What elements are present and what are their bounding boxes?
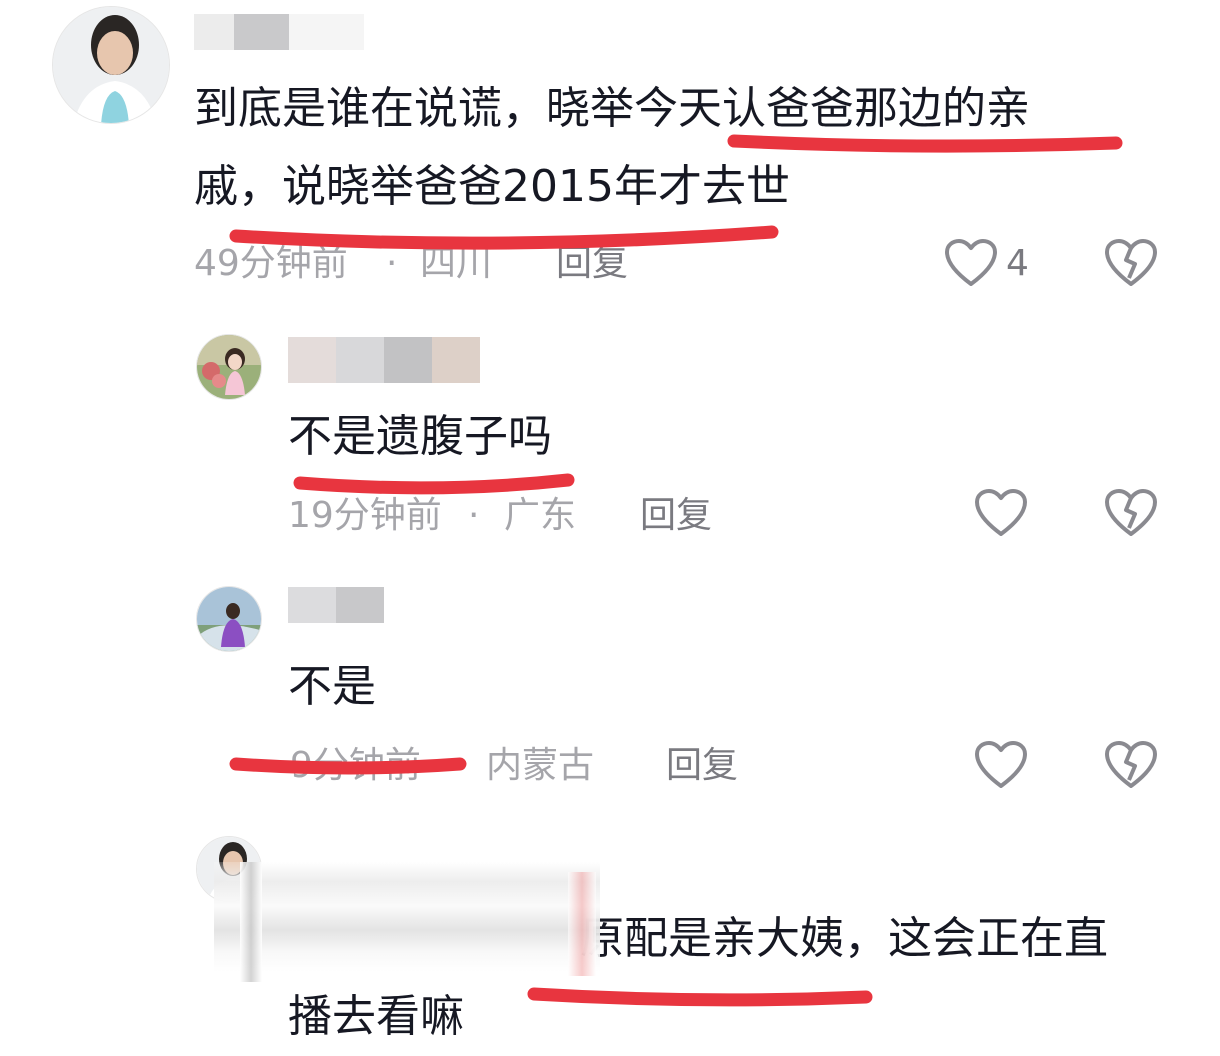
reply-button[interactable]: 回复 — [556, 244, 628, 284]
meta-separator: · — [450, 745, 462, 786]
red-underline — [527, 987, 873, 1007]
reply-button[interactable]: 回复 — [666, 746, 738, 786]
heart-outline-icon[interactable] — [974, 488, 1028, 538]
broken-heart-icon[interactable] — [1104, 740, 1158, 790]
heart-outline-icon[interactable] — [974, 740, 1028, 790]
avatar[interactable] — [196, 586, 262, 652]
comment-time: 9分钟前 — [290, 745, 421, 786]
redaction-blur — [568, 872, 596, 976]
redaction-blur — [240, 862, 262, 982]
comment-text-line: 不是 — [288, 661, 376, 712]
avatar[interactable] — [196, 334, 262, 400]
comment-location: 广东 — [504, 495, 577, 536]
broken-heart-icon[interactable] — [1104, 238, 1158, 288]
meta-separator: · — [468, 495, 480, 536]
meta-separator: · — [386, 243, 398, 284]
comment-location: 内蒙古 — [486, 745, 595, 786]
username-blurred[interactable] — [194, 14, 364, 50]
comment-time: 49分钟前 — [194, 243, 348, 284]
username-blurred[interactable] — [288, 587, 384, 623]
red-underline — [229, 225, 779, 250]
heart-outline-icon[interactable] — [944, 238, 998, 288]
comment-time: 19分钟前 — [288, 495, 442, 536]
comment-text-line: 播去看嘛 — [288, 991, 464, 1042]
like-count: 4 — [1006, 243, 1029, 284]
comment-text-line: 原配是亲大姨，这会正在直 — [580, 913, 1108, 964]
comment-text-line: 不是遗腹子吗 — [288, 411, 552, 462]
comment-location: 四川 — [420, 243, 493, 284]
reply-button[interactable]: 回复 — [640, 496, 712, 536]
comment-text-line: 到底是谁在说谎，晓举今天认爸爸那边的亲 — [194, 83, 1030, 134]
comment-text-line: 戚，说晓举爸爸2015年才去世 — [194, 161, 790, 212]
redaction-blur — [214, 862, 600, 972]
broken-heart-icon[interactable] — [1104, 488, 1158, 538]
red-underline — [293, 473, 575, 495]
avatar[interactable] — [52, 6, 170, 124]
username-blurred[interactable] — [288, 337, 480, 383]
